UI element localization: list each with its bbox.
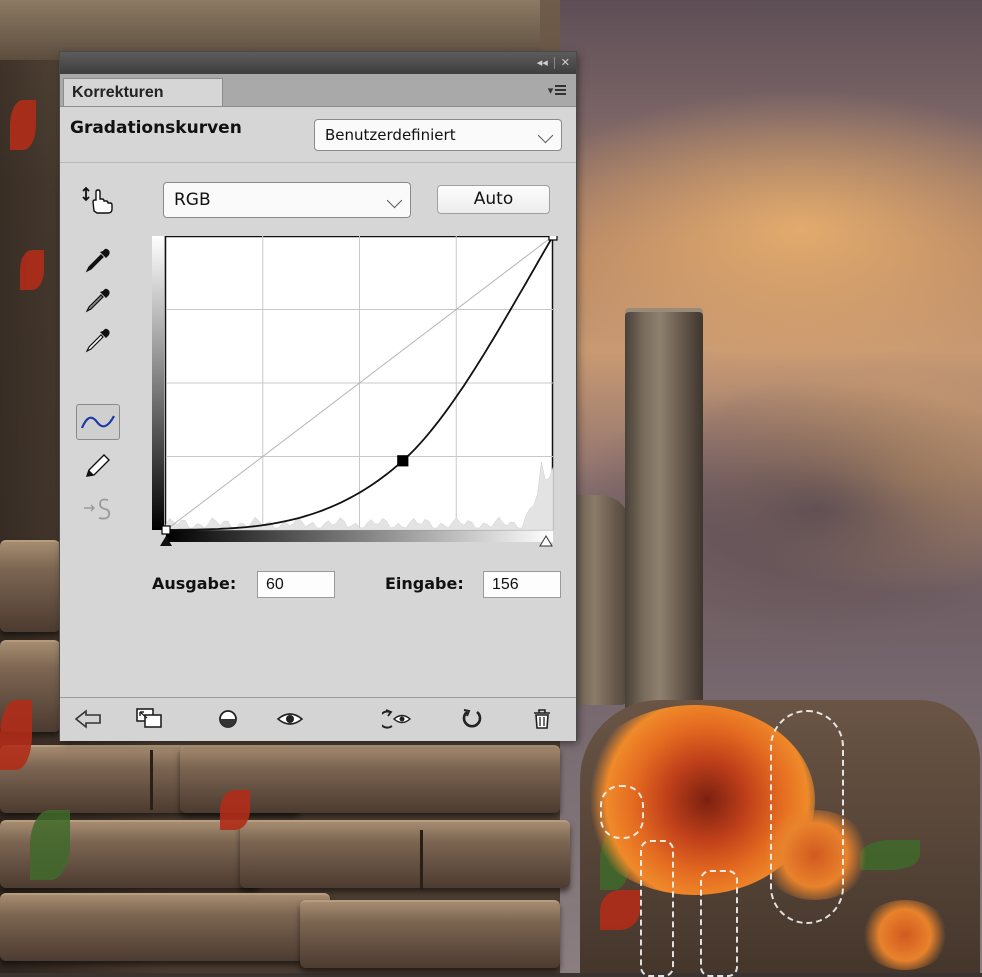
stone-step: [0, 540, 60, 632]
white-point-eyedropper-icon: [85, 328, 110, 353]
titlebar-separator: [553, 57, 555, 69]
reset-button[interactable]: [456, 704, 488, 734]
output-label: Ausgabe:: [152, 574, 237, 593]
selection-outline: [640, 840, 674, 977]
expanded-view-button[interactable]: [134, 704, 166, 734]
toggle-visibility-icon: [276, 713, 304, 725]
selection-outline: [700, 870, 738, 977]
view-previous-state-button[interactable]: [382, 704, 414, 734]
delete-adjustment-button[interactable]: [526, 704, 558, 734]
gray-point-eyedropper[interactable]: [76, 282, 120, 318]
preset-value: Benutzerdefiniert: [325, 126, 456, 144]
delete-adjustment-icon: [534, 709, 550, 729]
return-to-list-button[interactable]: [72, 704, 104, 734]
view-previous-state-icon: [382, 709, 412, 729]
clip-to-layer-icon: [219, 710, 237, 728]
stone-step: [240, 820, 570, 888]
auto-button[interactable]: Auto: [437, 185, 550, 214]
red-leaf: [220, 790, 250, 830]
adjustment-title: Gradationskurven: [70, 118, 242, 138]
toggle-visibility-button[interactable]: [274, 704, 306, 734]
selection-outline: [770, 710, 844, 924]
stone-pillar: [625, 312, 703, 732]
curve-point-edit-tool[interactable]: [76, 404, 120, 440]
pencil-draw-icon: [85, 454, 110, 477]
divider: [60, 162, 576, 163]
red-leaf: [20, 250, 44, 290]
curve-control-point[interactable]: [161, 525, 171, 535]
chevron-down-icon: [386, 192, 403, 209]
output-field[interactable]: 60: [257, 571, 335, 598]
stone-crack: [150, 750, 153, 810]
panel-titlebar[interactable]: ◂◂ ✕: [60, 52, 576, 74]
tab-korrekturen[interactable]: Korrekturen: [63, 78, 223, 106]
stone-crack: [420, 830, 423, 890]
panel-bottom-bar: [60, 697, 576, 741]
black-point-eyedropper[interactable]: [76, 242, 120, 278]
pencil-draw-tool[interactable]: [76, 448, 120, 484]
collapse-panel-icon[interactable]: ◂◂: [537, 55, 548, 71]
close-panel-icon[interactable]: ✕: [561, 55, 570, 71]
channel-value: RGB: [174, 190, 211, 210]
red-leaf: [0, 700, 32, 770]
ruin-archway: [0, 0, 540, 60]
stone-step: [0, 893, 330, 961]
preset-dropdown[interactable]: Benutzerdefiniert: [314, 119, 562, 151]
return-to-list-icon: [74, 709, 101, 729]
reset-icon: [462, 709, 482, 728]
white-point-eyedropper[interactable]: [76, 322, 120, 358]
black-point-eyedropper-icon: [85, 248, 110, 273]
curves-graph[interactable]: [152, 231, 559, 566]
input-field[interactable]: 156: [483, 571, 561, 598]
gray-point-eyedropper-icon: [85, 288, 110, 313]
orange-flower: [860, 900, 950, 970]
input-label: Eingabe:: [385, 574, 464, 593]
output-gradient-bar: [152, 236, 164, 530]
smooth-curve-icon: [84, 498, 111, 520]
stone-step: [300, 900, 560, 968]
adjustments-panel: ◂◂ ✕ Korrekturen ▾ Gradationskurven Benu…: [60, 52, 576, 741]
expanded-view-icon: [136, 708, 162, 728]
chevron-down-icon: [537, 127, 554, 144]
channel-dropdown[interactable]: RGB: [163, 182, 411, 218]
input-gradient-bar: [166, 530, 553, 542]
curve-control-point[interactable]: [548, 231, 558, 241]
curve-control-point-selected[interactable]: [397, 455, 409, 467]
panel-menu-icon[interactable]: ▾: [546, 82, 568, 98]
panel-tab-row: Korrekturen ▾: [60, 74, 576, 107]
red-leaf: [600, 890, 640, 930]
targeted-adjustment-tool[interactable]: [76, 182, 120, 218]
smooth-curve-tool[interactable]: [76, 490, 120, 526]
leaf: [30, 810, 70, 880]
clip-to-layer-button[interactable]: [212, 704, 244, 734]
selection-outline: [600, 785, 644, 839]
curve-point-edit-icon: [80, 415, 115, 429]
red-leaf: [10, 100, 36, 150]
targeted-adjustment-icon: [82, 186, 113, 214]
